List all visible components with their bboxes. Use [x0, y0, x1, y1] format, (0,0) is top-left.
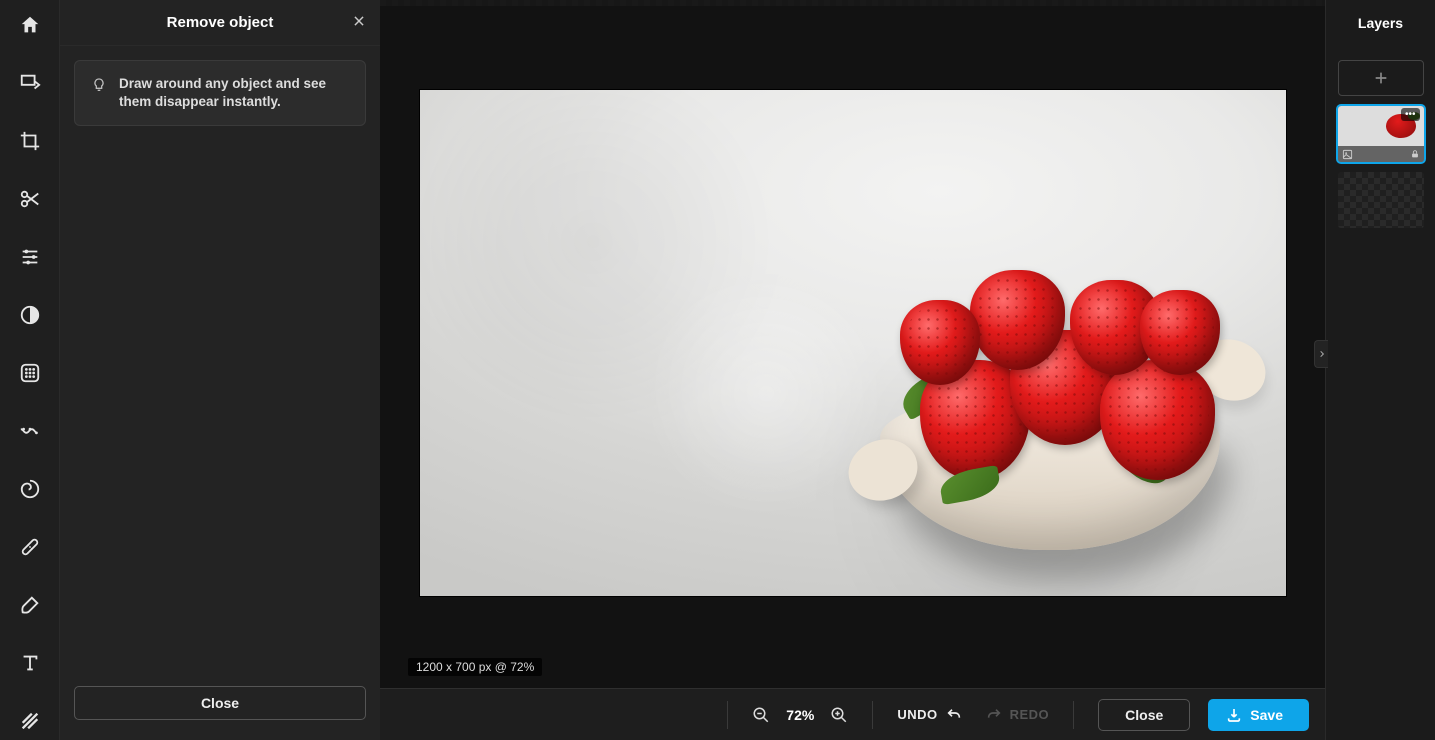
tool-rail [0, 0, 60, 740]
text-icon[interactable] [15, 648, 45, 678]
swirl-icon[interactable] [15, 474, 45, 504]
layer-thumbnail[interactable]: ••• [1338, 106, 1424, 162]
lock-icon [1410, 149, 1420, 159]
scissors-icon[interactable] [15, 184, 45, 214]
bottom-toolbar: 72% UNDO REDO Close Save [380, 688, 1325, 740]
zoom-out-icon[interactable] [752, 706, 770, 724]
wave-icon[interactable] [15, 416, 45, 446]
layers-panel: Layers ••• [1325, 0, 1435, 740]
layers-title: Layers [1358, 15, 1403, 31]
hint-text: Draw around any object and see them disa… [119, 75, 349, 111]
brush-icon[interactable] [15, 590, 45, 620]
lightbulb-icon [91, 77, 107, 93]
hatch-icon[interactable] [15, 706, 45, 736]
image-icon [1342, 149, 1353, 160]
save-label: Save [1250, 707, 1283, 723]
bandage-icon[interactable] [15, 532, 45, 562]
close-icon[interactable] [352, 14, 366, 28]
crop-icon[interactable] [15, 126, 45, 156]
home-icon[interactable] [15, 10, 45, 40]
zoom-percent[interactable]: 72% [786, 707, 814, 723]
redo-label: REDO [1010, 707, 1050, 722]
redo-button: REDO [986, 707, 1050, 723]
add-layer-button[interactable] [1338, 60, 1424, 96]
undo-button[interactable]: UNDO [897, 707, 961, 723]
contrast-icon[interactable] [15, 300, 45, 330]
layer-menu-icon[interactable]: ••• [1401, 108, 1420, 121]
close-button[interactable]: Close [1098, 699, 1190, 731]
undo-label: UNDO [897, 707, 937, 722]
save-button[interactable]: Save [1208, 699, 1309, 731]
pixels-icon[interactable] [15, 358, 45, 388]
arrange-icon[interactable] [15, 68, 45, 98]
layer-thumbnail[interactable] [1338, 172, 1424, 228]
chevron-right-icon[interactable] [1314, 340, 1328, 368]
zoom-in-icon[interactable] [830, 706, 848, 724]
sliders-icon[interactable] [15, 242, 45, 272]
panel-close-button[interactable]: Close [74, 686, 366, 720]
hint-box: Draw around any object and see them disa… [74, 60, 366, 126]
canvas-image[interactable] [420, 90, 1286, 596]
side-panel: Remove object Draw around any object and… [60, 0, 380, 740]
canvas-dimensions: 1200 x 700 px @ 72% [408, 658, 542, 676]
panel-title: Remove object [167, 14, 274, 31]
canvas-area: 1200 x 700 px @ 72% 72% UNDO [380, 0, 1325, 740]
